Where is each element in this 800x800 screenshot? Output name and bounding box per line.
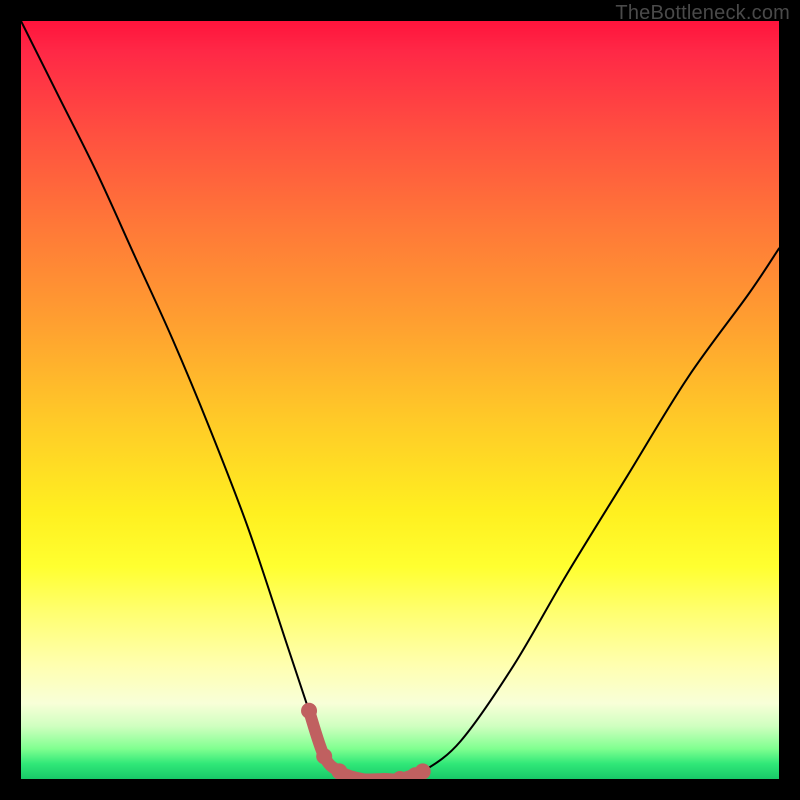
bottom-dot bbox=[316, 748, 332, 764]
plot-area bbox=[21, 21, 779, 779]
bottom-highlight bbox=[309, 711, 423, 779]
bottom-dot bbox=[301, 703, 317, 719]
watermark-text: TheBottleneck.com bbox=[615, 2, 790, 25]
bottom-dot bbox=[331, 763, 347, 779]
bottleneck-curve bbox=[21, 21, 779, 779]
bottom-dot bbox=[415, 763, 431, 779]
curve-svg bbox=[21, 21, 779, 779]
chart-frame: TheBottleneck.com bbox=[0, 0, 800, 800]
